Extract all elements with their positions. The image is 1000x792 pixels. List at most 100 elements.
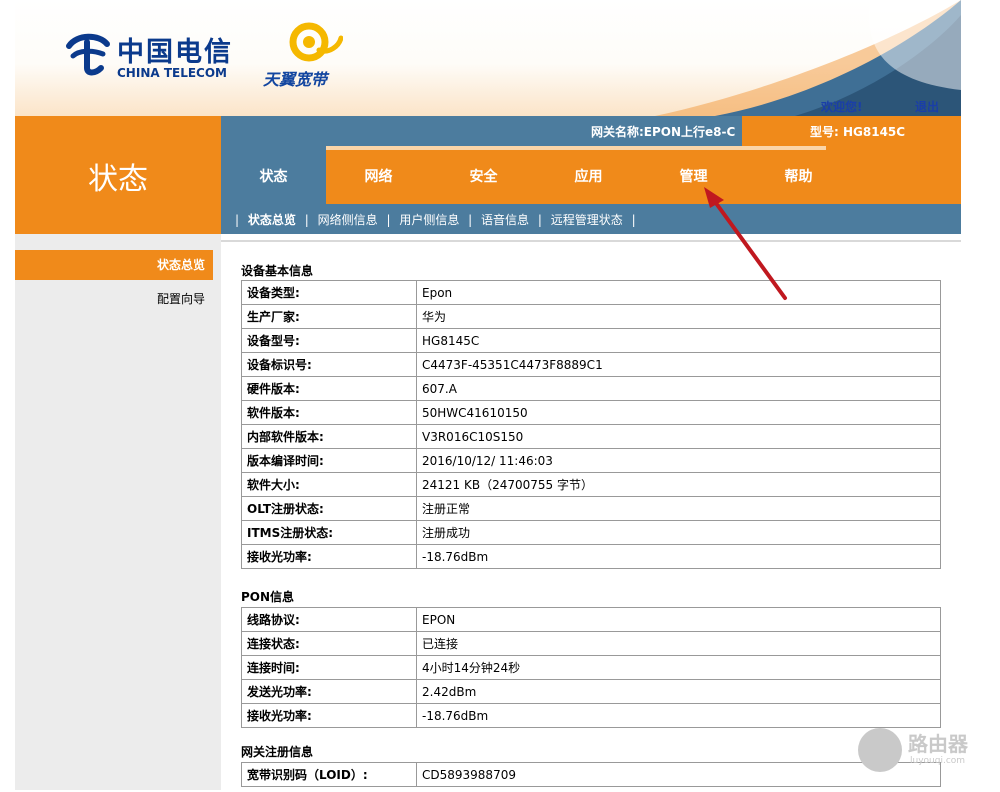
tianyi-logo-icon [289, 22, 343, 62]
main-tabs: 状态 网络 安全 应用 管理 帮助 [221, 146, 961, 204]
row-value: V3R016C10S150 [416, 424, 941, 449]
table-row: 线路协议: EPON [241, 607, 941, 632]
row-label: 硬件版本: [241, 376, 417, 401]
router-icon [858, 728, 902, 772]
sub-nav: | 状态总览 | 网络侧信息 | 用户侧信息 | 语音信息 | 远程管理状态 | [221, 204, 961, 234]
tab-status[interactable]: 状态 [221, 146, 326, 204]
row-label: 线路协议: [241, 607, 417, 632]
gateway-reg-table: 宽带识别码（LOID）: CD5893988709 [241, 762, 941, 787]
table-row: 软件大小: 24121 KB（24700755 字节） [241, 472, 941, 497]
subnav-remote-mgmt-status[interactable]: 远程管理状态 [551, 213, 623, 227]
row-label: 接收光功率: [241, 544, 417, 569]
page-title-block: 状态 [15, 116, 221, 234]
pon-info-table: 线路协议: EPON 连接状态: 已连接 连接时间: 4小时14分钟24秒 发送光功率: 2.… [241, 607, 941, 728]
row-value: Epon [416, 280, 941, 305]
tab-network[interactable]: 网络 [326, 146, 431, 204]
row-value: -18.76dBm [416, 703, 941, 728]
tab-application[interactable]: 应用 [536, 146, 641, 204]
row-label: 连接时间: [241, 655, 417, 680]
sidebar-item-config-wizard[interactable]: 配置向导 [15, 290, 213, 307]
row-label: 设备标识号: [241, 352, 417, 377]
subnav-separator: | [468, 213, 473, 227]
gateway-reg-title: 网关注册信息 [241, 745, 314, 759]
row-label: 版本编译时间: [241, 448, 417, 473]
model-label: 型号: HG8145C [810, 125, 906, 139]
table-row: 连接时间: 4小时14分钟24秒 [241, 655, 941, 680]
table-row: 软件版本: 50HWC41610150 [241, 400, 941, 425]
table-row: 设备型号: HG8145C [241, 328, 941, 353]
pon-info-title: PON信息 [241, 590, 295, 604]
row-value: 50HWC41610150 [416, 400, 941, 425]
header-banner: 中国电信 CHINA TELECOM 天翼宽带 欢迎您! 退出 [15, 0, 961, 116]
table-row: 硬件版本: 607.A [241, 376, 941, 401]
row-value: 607.A [416, 376, 941, 401]
watermark: 路由器 luyouqi.com [858, 728, 988, 773]
watermark-url: luyouqi.com [910, 756, 966, 766]
logout-link[interactable]: 退出 [915, 98, 939, 115]
row-label: OLT注册状态: [241, 496, 417, 521]
brand-en: CHINA TELECOM [117, 66, 227, 80]
row-label: 连接状态: [241, 631, 417, 656]
china-telecom-logo-icon [66, 33, 110, 76]
tianyi-broadband-logo: 天翼宽带 [263, 20, 353, 90]
row-label: 软件版本: [241, 400, 417, 425]
table-row: 内部软件版本: V3R016C10S150 [241, 424, 941, 449]
row-value: 4小时14分钟24秒 [416, 655, 941, 680]
row-label: 内部软件版本: [241, 424, 417, 449]
welcome-text: 欢迎您! [821, 100, 863, 114]
subnav-separator: | [631, 213, 636, 227]
row-label: ITMS注册状态: [241, 520, 417, 545]
table-row: 版本编译时间: 2016/10/12/ 11:46:03 [241, 448, 941, 473]
table-row: 接收光功率: -18.76dBm [241, 703, 941, 728]
watermark-text: 路由器 [908, 732, 968, 756]
gateway-reg-body: 宽带识别码（LOID）: CD5893988709 [241, 762, 941, 787]
table-row: 连接状态: 已连接 [241, 631, 941, 656]
table-row: 设备类型: Epon [241, 280, 941, 305]
tab-management[interactable]: 管理 [641, 146, 746, 204]
table-row: 宽带识别码（LOID）: CD5893988709 [241, 762, 941, 787]
row-label: 设备型号: [241, 328, 417, 353]
sidebar-item-status-overview[interactable]: 状态总览 [15, 250, 213, 280]
table-row: 生产厂家: 华为 [241, 304, 941, 329]
tab-security[interactable]: 安全 [431, 146, 536, 204]
main-content: 设备基本信息 设备类型: Epon 生产厂家: 华为 设备型号: HG8145C 设备标识号… [221, 240, 961, 792]
row-label: 设备类型: [241, 280, 417, 305]
subnav-status-overview[interactable]: 状态总览 [248, 213, 296, 227]
row-value: 注册成功 [416, 520, 941, 545]
row-label: 生产厂家: [241, 304, 417, 329]
subnav-separator: | [537, 213, 542, 227]
row-value: 已连接 [416, 631, 941, 656]
table-row: ITMS注册状态: 注册成功 [241, 520, 941, 545]
device-info-body: 设备类型: Epon 生产厂家: 华为 设备型号: HG8145C 设备标识号: C4473F… [241, 280, 941, 569]
row-value: 2.42dBm [416, 679, 941, 704]
row-value: C4473F-45351C4473F8889C1 [416, 352, 941, 377]
subnav-separator: | [386, 213, 391, 227]
row-label: 宽带识别码（LOID）: [241, 762, 417, 787]
subnav-separator: | [235, 213, 240, 227]
row-value: HG8145C [416, 328, 941, 353]
table-row: 设备标识号: C4473F-45351C4473F8889C1 [241, 352, 941, 377]
table-row: OLT注册状态: 注册正常 [241, 496, 941, 521]
device-info-table: 设备类型: Epon 生产厂家: 华为 设备型号: HG8145C 设备标识号: C4473F… [241, 280, 941, 569]
row-label: 软件大小: [241, 472, 417, 497]
row-value: 24121 KB（24700755 字节） [416, 472, 941, 497]
row-label: 接收光功率: [241, 703, 417, 728]
table-row: 接收光功率: -18.76dBm [241, 544, 941, 569]
tab-help[interactable]: 帮助 [746, 146, 851, 204]
subnav-separator: | [304, 213, 309, 227]
subnav-user-side-info[interactable]: 用户侧信息 [399, 213, 459, 227]
row-value: 注册正常 [416, 496, 941, 521]
table-row: 发送光功率: 2.42dBm [241, 679, 941, 704]
pon-info-body: 线路协议: EPON 连接状态: 已连接 连接时间: 4小时14分钟24秒 发送光功率: 2.… [241, 607, 941, 728]
gateway-name: 网关名称:EPON上行e8-C [591, 125, 736, 139]
subnav-voice-info[interactable]: 语音信息 [481, 213, 529, 227]
brand-cn: 中国电信 [117, 37, 233, 68]
model-box: 型号: HG8145C [742, 116, 961, 146]
sidebar: 状态总览 配置向导 [15, 234, 221, 790]
row-value: 2016/10/12/ 11:46:03 [416, 448, 941, 473]
row-label: 发送光功率: [241, 679, 417, 704]
device-info-title: 设备基本信息 [241, 264, 314, 278]
page-title: 状态 [88, 162, 148, 197]
subnav-network-side-info[interactable]: 网络侧信息 [318, 213, 378, 227]
row-value: EPON [416, 607, 941, 632]
